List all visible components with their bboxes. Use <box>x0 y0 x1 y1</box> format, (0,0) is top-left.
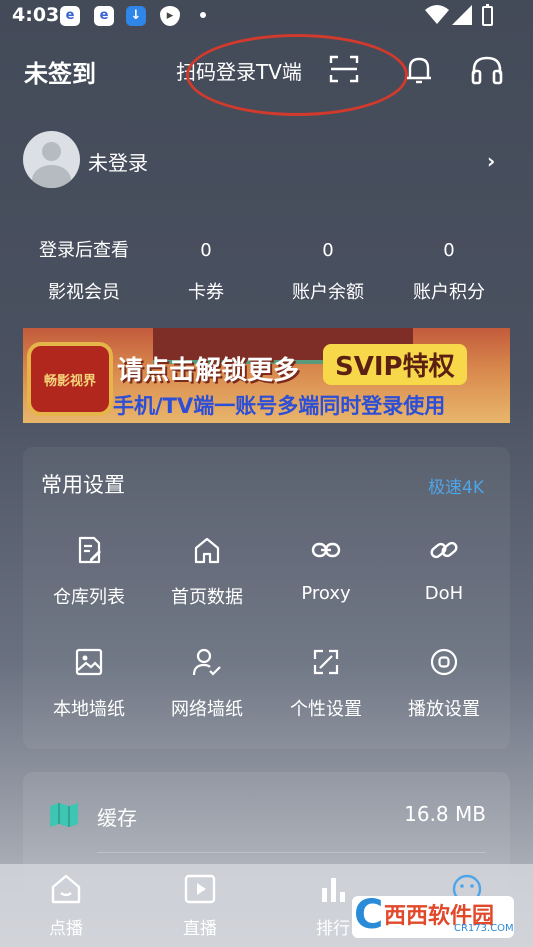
watermark-sub: CR173.COM <box>454 923 514 934</box>
stat-label: 影视会员 <box>48 282 120 303</box>
settings-item-proxy[interactable]: Proxy <box>266 535 386 625</box>
banner-logo: 畅影视界 <box>27 342 113 416</box>
stat-value: 0 <box>200 240 212 261</box>
account-stats: 登录后查看 影视会员 0 卡券 0 账户余额 0 账户积分 <box>23 236 510 310</box>
settings-item-label: Proxy <box>301 583 351 604</box>
nav-vod[interactable]: 点播 <box>21 872 111 939</box>
banner-svip-badge: SVIP特权 <box>323 344 467 385</box>
headset-icon[interactable] <box>470 54 504 86</box>
wifi-icon <box>425 5 449 24</box>
cache-label: 缓存 <box>97 806 137 830</box>
speed-4k-link[interactable]: 极速4K <box>428 473 484 498</box>
nav-label: 点播 <box>49 919 83 939</box>
stat-coupons[interactable]: 0 卡券 <box>145 236 267 304</box>
cache-size: 16.8 MB <box>404 802 486 826</box>
chevron-right-icon: › <box>487 149 496 173</box>
stat-label: 账户积分 <box>413 282 485 303</box>
record-icon <box>430 648 458 676</box>
stat-vip[interactable]: 登录后查看 影视会员 <box>23 236 145 304</box>
settings-item-home-data[interactable]: 首页数据 <box>147 535 267 625</box>
watermark-logo: C 西西软件园 CR173.COM <box>352 896 514 938</box>
banner-subline: 手机/TV端一账号多端同时登录使用 <box>113 394 446 418</box>
avatar-head <box>42 142 61 161</box>
home-icon <box>194 537 220 564</box>
avatar[interactable] <box>23 131 80 188</box>
settings-item-label: 首页数据 <box>171 587 243 608</box>
link-icon <box>311 542 341 558</box>
stat-points[interactable]: 0 账户积分 <box>388 236 510 304</box>
stat-value: 登录后查看 <box>39 240 129 261</box>
settings-item-playback[interactable]: 播放设置 <box>384 647 504 737</box>
settings-item-repo-list[interactable]: 仓库列表 <box>29 535 149 625</box>
avatar-body <box>32 165 71 188</box>
settings-item-label: DoH <box>424 583 464 604</box>
bell-icon[interactable] <box>403 54 435 86</box>
chain-icon <box>430 541 458 559</box>
nav-label: 直播 <box>183 919 217 939</box>
home-outline-icon <box>51 874 81 904</box>
settings-item-label: 仓库列表 <box>53 587 125 608</box>
stat-label: 账户余额 <box>292 282 364 303</box>
shield-icon: ▸ <box>160 6 180 26</box>
settings-item-local-wallpaper[interactable]: 本地墙纸 <box>29 647 149 737</box>
settings-item-doh[interactable]: DoH <box>384 535 504 625</box>
stat-label: 卡券 <box>188 282 224 303</box>
dot-icon <box>200 12 206 18</box>
banner-logo-text: 畅影视界 <box>43 374 96 389</box>
stat-balance[interactable]: 0 账户余额 <box>267 236 389 304</box>
common-settings-card: 常用设置 极速4K 仓库列表 首页数据 Proxy DoH 本地墙纸 网络墙纸 … <box>23 447 510 749</box>
watermark-c-icon: C <box>354 896 384 938</box>
settings-item-label: 播放设置 <box>408 699 480 720</box>
profile-row[interactable]: 未登录 › <box>0 128 533 192</box>
status-bar: 4:03 e e ↓ ▸ <box>0 0 533 32</box>
settings-item-label: 个性设置 <box>290 699 362 720</box>
annotation-circle <box>186 34 408 116</box>
map-icon <box>50 803 78 827</box>
user-check-icon <box>192 648 221 676</box>
bar-chart-icon <box>322 878 345 902</box>
settings-item-label: 网络墙纸 <box>171 699 243 720</box>
sign-in-status[interactable]: 未签到 <box>24 54 96 89</box>
header: 未签到 扫码登录TV端 <box>0 34 533 116</box>
stat-value: 0 <box>443 240 455 261</box>
play-screen-icon <box>184 874 216 904</box>
edit-doc-icon <box>78 536 101 564</box>
battery-icon <box>482 4 493 26</box>
app-icon: e <box>94 6 114 26</box>
app-icon: e <box>60 6 80 26</box>
stat-value: 0 <box>322 240 334 261</box>
download-icon: ↓ <box>126 6 146 26</box>
settings-title: 常用设置 <box>41 473 125 497</box>
settings-item-personalization[interactable]: 个性设置 <box>266 647 386 737</box>
nav-live[interactable]: 直播 <box>155 872 245 939</box>
svip-banner[interactable]: 畅影视界 请点击解锁更多 SVIP特权 手机/TV端一账号多端同时登录使用 <box>23 328 510 423</box>
signal-icon <box>452 5 472 25</box>
expand-icon <box>313 649 339 675</box>
profile-name: 未登录 <box>88 151 148 175</box>
settings-item-label: 本地墙纸 <box>53 699 125 720</box>
settings-item-online-wallpaper[interactable]: 网络墙纸 <box>147 647 267 737</box>
divider <box>97 852 486 853</box>
image-icon <box>75 648 103 676</box>
banner-headline: 请点击解锁更多 <box>117 356 300 386</box>
status-time: 4:03 <box>12 4 60 26</box>
